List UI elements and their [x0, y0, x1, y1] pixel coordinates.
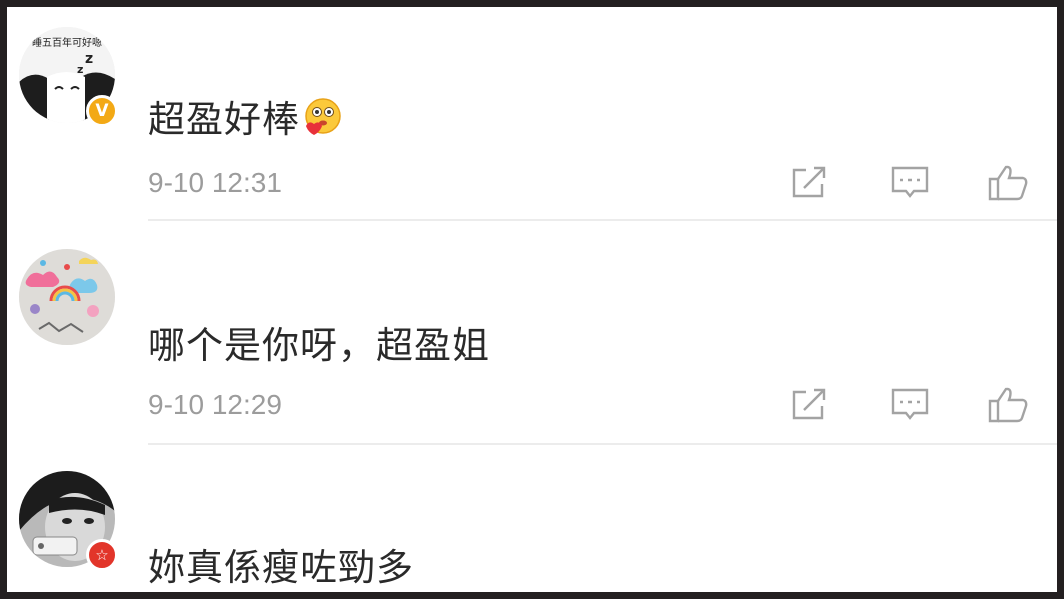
verified-badge: V [86, 95, 118, 127]
svg-text:z: z [85, 51, 93, 67]
comment-text: 妳真係瘦咗勁多 [148, 546, 414, 589]
like-button[interactable] [986, 384, 1030, 424]
comment-text: 哪个是你呀，超盈姐 [148, 324, 490, 367]
comment-time: 9-10 12:31 [148, 167, 282, 198]
like-icon [988, 387, 1028, 423]
comment-button[interactable] [888, 384, 932, 424]
like-icon [988, 165, 1028, 201]
like-button[interactable] [986, 162, 1030, 202]
comment-text-content: 超盈好棒 [148, 98, 300, 141]
comment-text: 超盈好棒 [148, 89, 342, 143]
share-icon [792, 388, 826, 420]
avatar-caption: 睡五百年可好嗯 [32, 36, 102, 49]
star-badge: ☆ [86, 539, 118, 571]
share-button[interactable] [788, 162, 832, 202]
comment-item: 睡五百年可好嗯 z z V 超盈好棒 9-10 12:31 [7, 7, 1057, 221]
comment-button[interactable] [888, 162, 932, 202]
divider [148, 443, 1057, 445]
comment-icon [891, 166, 929, 198]
comment-item: 哪个是你呀，超盈姐 9-10 12:29 [7, 229, 1057, 443]
comment-list: 睡五百年可好嗯 z z V 超盈好棒 9-10 12:31 哪个是你呀，超盈姐 … [0, 0, 1064, 599]
share-button[interactable] [788, 384, 832, 424]
share-icon [792, 166, 826, 198]
comment-time: 9-10 12:29 [148, 389, 282, 420]
comment-item: ☆ 妳真係瘦咗勁多 [7, 451, 1057, 592]
divider [148, 219, 1057, 221]
avatar[interactable] [19, 249, 115, 345]
svg-text:z: z [77, 63, 83, 76]
comment-icon [891, 388, 929, 420]
hug-emoji-icon [305, 98, 341, 135]
